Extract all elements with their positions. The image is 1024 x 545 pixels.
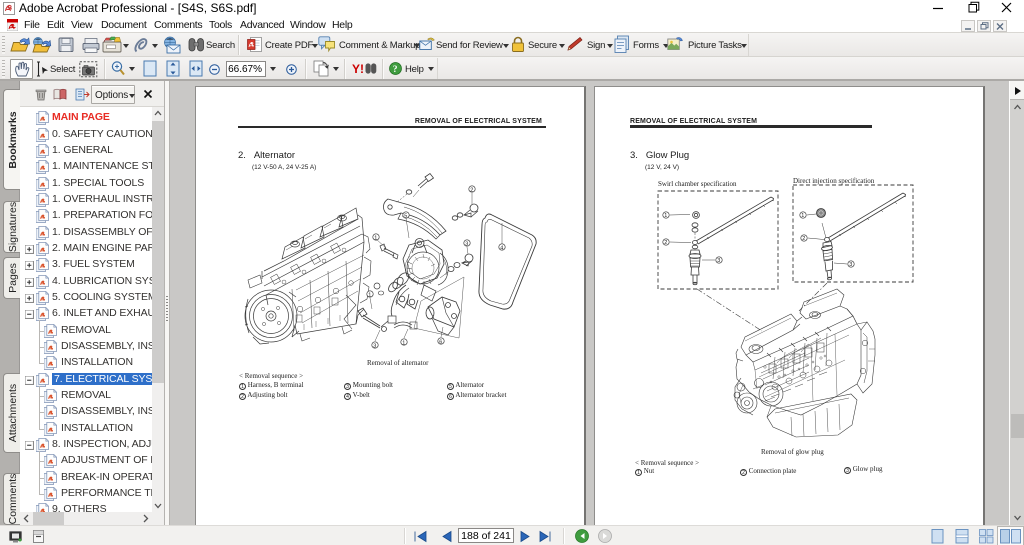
svg-text:3: 3	[717, 258, 720, 264]
svg-text:2: 2	[664, 240, 667, 246]
svg-text:1: 1	[368, 292, 371, 298]
svg-text:1: 1	[402, 340, 405, 346]
svg-text:3: 3	[465, 241, 468, 247]
svg-text:Y!: Y!	[352, 62, 364, 76]
svg-text:?: ?	[393, 65, 398, 75]
svg-text:1: 1	[374, 235, 377, 241]
svg-text:2: 2	[802, 236, 805, 242]
svg-text:5: 5	[404, 213, 407, 219]
svg-text:3: 3	[373, 343, 376, 349]
svg-text:6: 6	[439, 339, 442, 345]
svg-text:3: 3	[849, 262, 852, 268]
svg-text:1: 1	[801, 213, 804, 219]
svg-text:4: 4	[500, 245, 503, 251]
svg-text:1: 1	[664, 213, 667, 219]
svg-text:2: 2	[470, 187, 473, 193]
